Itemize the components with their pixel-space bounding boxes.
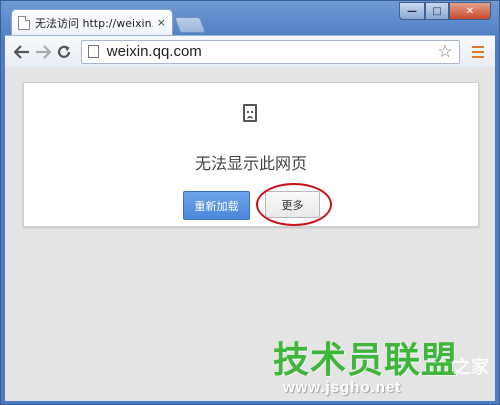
address-bar[interactable]: weixin.qq.com ☆ [80,39,460,64]
error-card: 无法显示此网页 重新加载 更多 [23,82,479,227]
window-controls: — □ ✕ [399,2,491,20]
reload-page-button[interactable]: 重新加载 [183,191,250,220]
menu-bar-line [472,45,485,48]
watermark-suffix: 之家 [453,357,489,378]
minimize-button[interactable]: — [399,2,425,20]
back-button[interactable] [11,41,32,63]
arrow-right-icon [35,44,51,59]
page-favicon-icon [18,15,30,30]
forward-button[interactable] [32,41,53,63]
menu-bar-line [472,55,485,58]
menu-icon[interactable] [468,41,489,63]
bookmark-star-icon[interactable]: ☆ [438,42,453,62]
menu-bar-line [472,50,485,53]
reload-button[interactable] [54,41,75,63]
url-text[interactable]: weixin.qq.com [107,43,438,60]
sad-mouth [247,116,253,120]
close-window-button[interactable]: ✕ [449,2,491,20]
tab-close-icon[interactable]: × [157,16,166,29]
reload-icon [58,45,71,58]
arrow-left-icon [13,44,29,59]
tab-title: 无法访问 http://weixin.qq [35,16,153,30]
watermark-url: www.jsgho.net [283,379,402,396]
sad-page-icon [243,104,257,122]
error-title: 无法显示此网页 [194,154,307,173]
highlight-circle [256,183,332,226]
browser-toolbar: weixin.qq.com ☆ [5,35,495,67]
maximize-button[interactable]: □ [425,2,449,20]
watermark-brand: 技术员联盟 [273,340,459,381]
page-icon [87,45,99,58]
browser-window: 无法访问 http://weixin.qq × — □ ✕ weixin.qq.… [0,0,500,405]
new-tab-button[interactable] [174,17,206,33]
watermark: 技术员联盟 之家 www.jsgho.net [273,331,497,401]
browser-tab[interactable]: 无法访问 http://weixin.qq × [11,9,173,35]
